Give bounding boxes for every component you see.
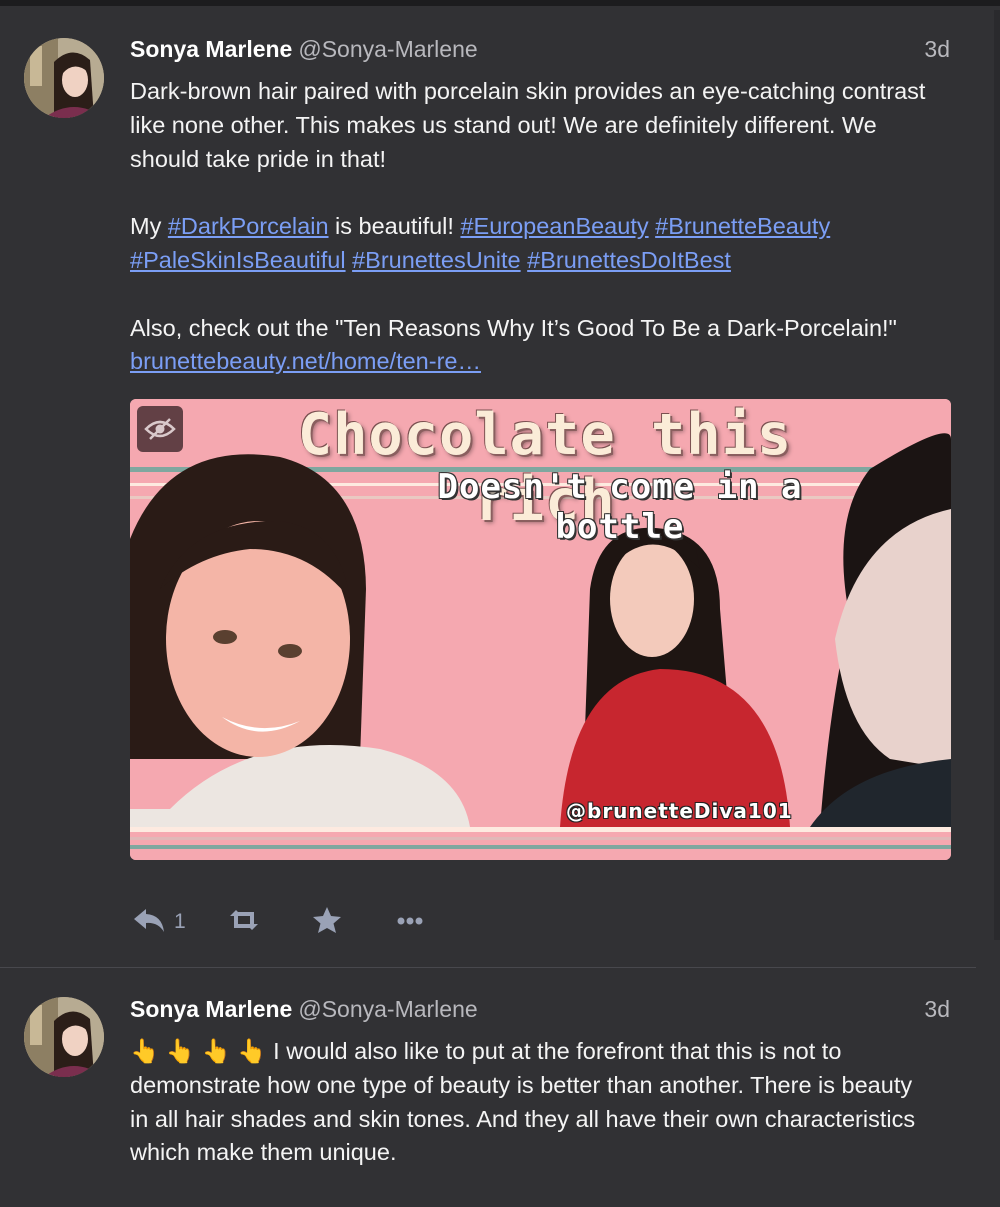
display-name[interactable]: Sonya Marlene [130,996,292,1022]
reply-button[interactable]: 1 [132,898,186,946]
pointing-up-emoji: 👆 👆 👆 👆 [130,1038,267,1064]
eye-slash-icon [144,417,176,441]
avatar[interactable] [24,997,104,1077]
post-paragraph: Dark-brown hair paired with porcelain sk… [130,78,926,172]
post-content: 👆 👆 👆 👆 I would also like to put at the … [130,1035,920,1170]
reply-count: 1 [174,910,186,933]
post-timestamp[interactable]: 3d [924,996,950,1023]
post-actions: 1 [130,898,530,946]
hashtag-link[interactable]: #DarkPorcelain [168,213,329,239]
media-attachment[interactable]: Chocolate this rich Doesn't come in a bo… [130,399,951,860]
display-name[interactable]: Sonya Marlene [130,36,292,62]
hashtag-link[interactable]: #BrunettesUnite [352,247,521,273]
star-icon [312,906,342,939]
account-handle[interactable]: @Sonya-Marlene [298,996,477,1022]
media-watermark: @brunetteDiva101 [566,799,793,823]
retweet-icon [226,907,262,938]
post-header: Sonya Marlene @Sonya-Marlene [130,36,478,63]
scrollbar[interactable] [994,10,1000,940]
media-subtitle-text: Doesn't come in a bottle [437,467,803,547]
post-paragraph: Also, check out the "Ten Reasons Why It’… [130,314,897,341]
hide-media-button[interactable] [137,406,183,452]
post-content: Dark-brown hair paired with porcelain sk… [130,75,930,379]
status-post: Sonya Marlene @Sonya-Marlene 3d Dark-brow… [0,0,976,967]
account-handle[interactable]: @Sonya-Marlene [298,36,477,62]
hashtag-link[interactable]: #BrunetteBeauty [655,213,830,239]
more-button[interactable] [396,898,424,946]
post-timestamp[interactable]: 3d [924,36,950,63]
favourite-button[interactable] [312,898,342,946]
boost-button[interactable] [226,898,262,946]
status-post: Sonya Marlene @Sonya-Marlene 3d 👆 👆 👆 👆 I… [0,968,976,1207]
avatar[interactable] [24,38,104,118]
external-link[interactable]: brunettebeauty.net/home/ten-re… [130,348,481,374]
hashtag-link[interactable]: #EuropeanBeauty [460,213,648,239]
post-header: Sonya Marlene @Sonya-Marlene [130,996,478,1023]
post-paragraph: 👆 👆 👆 👆 I would also like to put at the … [130,1038,916,1166]
post-paragraph: My #DarkPorcelain is beautiful! #Europea… [130,213,831,273]
ellipsis-icon [396,913,424,931]
hashtag-link[interactable]: #PaleSkinIsBeautiful [130,247,346,273]
hashtag-link[interactable]: #BrunettesDoItBest [527,247,731,273]
reply-icon [132,906,166,939]
